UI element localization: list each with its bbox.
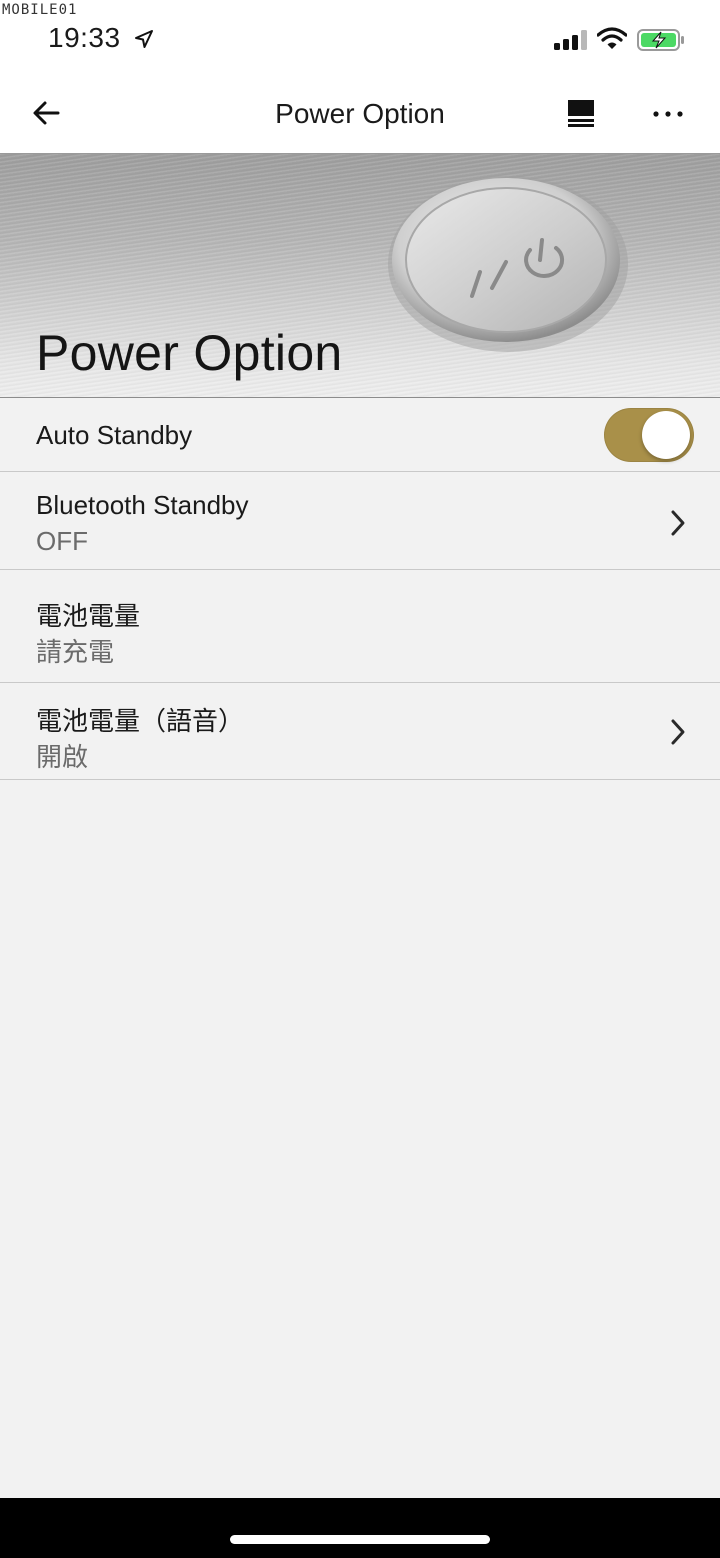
status-bar: MOBILE01 19:33 [0,0,720,72]
home-indicator-area [0,1498,720,1558]
home-indicator[interactable] [230,1535,490,1544]
power-button-image [388,176,628,352]
back-arrow-icon[interactable] [30,96,64,130]
chevron-right-icon [671,510,685,536]
hero-banner: Power Option [0,154,720,398]
battery-voice-value: 開啟 [36,742,89,772]
settings-list: Auto Standby Bluetooth Standby OFF 電池電量 … [0,398,720,780]
battery-voice-row[interactable]: 電池電量（語音） 開啟 [0,683,720,780]
nav-title: Power Option [275,98,445,129]
more-options-icon[interactable] [650,102,686,126]
cellular-signal-icon [554,30,587,50]
battery-charging-icon [637,29,684,51]
status-time: 19:33 [48,22,121,53]
bluetooth-standby-row[interactable]: Bluetooth Standby OFF [0,472,720,570]
navigation-bar: Power Option [0,72,720,154]
chevron-right-icon [671,719,685,745]
bluetooth-standby-label: Bluetooth Standby [36,490,249,520]
battery-level-label: 電池電量 [36,601,141,631]
battery-voice-label: 電池電量（語音） [36,706,245,736]
auto-standby-label: Auto Standby [36,420,193,450]
page-title: Power Option [36,325,343,381]
auto-standby-toggle[interactable] [604,408,694,462]
location-arrow-icon [135,30,153,48]
auto-standby-row[interactable]: Auto Standby [0,398,720,472]
bluetooth-standby-value: OFF [36,526,88,556]
queue-icon[interactable] [565,98,597,128]
watermark: MOBILE01 [2,2,78,18]
battery-level-row: 電池電量 請充電 [0,570,720,683]
wifi-icon [597,27,627,49]
toggle-knob [642,411,690,459]
battery-level-value: 請充電 [36,637,115,667]
